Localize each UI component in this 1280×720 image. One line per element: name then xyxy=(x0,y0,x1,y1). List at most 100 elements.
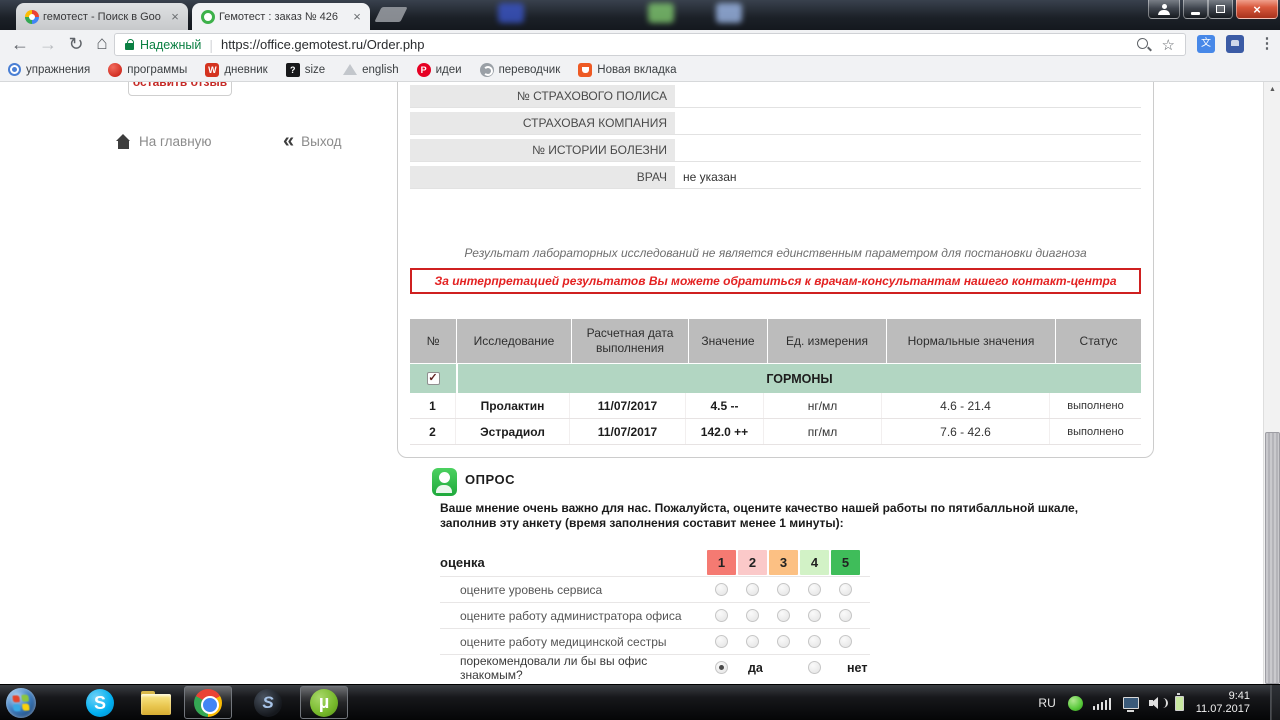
scale-2: 2 xyxy=(738,550,767,575)
taskbar-shareman[interactable]: S xyxy=(252,688,284,718)
form-row-doctor: ВРАЧ не указан xyxy=(410,166,1141,189)
survey-table: оценка 1 2 3 4 5 оцените уровень сервиса… xyxy=(440,549,870,680)
bookmark-perevodchik[interactable]: переводчик xyxy=(480,63,561,77)
extension-icon[interactable] xyxy=(1226,35,1244,53)
bookmark-uprazhneniya[interactable]: упражнения xyxy=(8,63,90,76)
question-icon: ? xyxy=(286,63,300,77)
test-date: 11/07/2017 xyxy=(570,419,686,444)
back-icon[interactable]: ← xyxy=(8,30,32,58)
radio-nurse-3[interactable] xyxy=(777,635,790,648)
reload-icon[interactable]: ↻ xyxy=(64,30,88,58)
page-viewport: оставить отзыв На главную « Выход № СТРА… xyxy=(0,82,1280,684)
browser-menu-icon[interactable]: ⋮ xyxy=(1257,30,1277,58)
maximize-button[interactable] xyxy=(1208,0,1233,19)
form-row-history-number: № ИСТОРИИ БОЛЕЗНИ xyxy=(410,139,1141,162)
tab-google-search[interactable]: гемотест - Поиск в Goo × xyxy=(16,3,188,30)
radio-service-2[interactable] xyxy=(746,583,759,596)
radio-admin-1[interactable] xyxy=(715,609,728,622)
test-range: 4.6 - 21.4 xyxy=(882,393,1050,418)
radio-nurse-5[interactable] xyxy=(839,635,852,648)
start-button[interactable] xyxy=(6,688,36,718)
leave-feedback-button[interactable]: оставить отзыв xyxy=(128,82,232,96)
pinterest-icon: P xyxy=(417,63,431,77)
forward-icon[interactable]: → xyxy=(36,30,60,58)
bookmark-dnevnik[interactable]: W дневник xyxy=(205,63,267,77)
taskbar-skype[interactable]: S xyxy=(84,688,116,718)
red-circle-icon xyxy=(108,63,122,77)
home-icon[interactable]: ⌂ xyxy=(90,30,114,58)
scroll-up-arrow[interactable]: ▲ xyxy=(1264,82,1280,98)
radio-nurse-4[interactable] xyxy=(808,635,821,648)
tab-close-icon[interactable]: × xyxy=(168,9,182,24)
test-value: 142.0 ++ xyxy=(686,419,764,444)
page-zoom-icon[interactable] xyxy=(1136,37,1152,53)
tab-title: гемотест - Поиск в Goo xyxy=(43,11,164,23)
tab-close-icon[interactable]: × xyxy=(350,9,364,24)
test-unit: нг/мл xyxy=(764,393,882,418)
scale-3: 3 xyxy=(769,550,798,575)
radio-service-5[interactable] xyxy=(839,583,852,596)
result-row-prolactin: 1 Пролактин 11/07/2017 4.5 -- нг/мл 4.6 … xyxy=(410,393,1141,419)
radio-admin-3[interactable] xyxy=(777,609,790,622)
security-label[interactable]: Надежный xyxy=(140,38,201,52)
url-divider: | xyxy=(209,37,213,53)
close-icon: × xyxy=(1253,1,1261,18)
display-icon[interactable] xyxy=(1123,697,1139,709)
page-scrollbar[interactable]: ▲ xyxy=(1263,82,1280,684)
clock[interactable]: 9:41 11.07.2017 xyxy=(1196,690,1250,716)
close-button[interactable]: × xyxy=(1236,0,1278,19)
results-table: № Исследование Расчетная дата выполнения… xyxy=(410,319,1141,445)
taskbar-chrome[interactable] xyxy=(192,688,224,718)
radio-admin-2[interactable] xyxy=(746,609,759,622)
bookmark-idei[interactable]: P идеи xyxy=(417,63,462,77)
radio-nurse-1[interactable] xyxy=(715,635,728,648)
desktop-shortcut-icon xyxy=(498,3,524,23)
bookmark-novaya-vkladka[interactable]: Новая вкладка xyxy=(578,63,676,77)
tray-utorrent-icon[interactable] xyxy=(1068,696,1083,711)
url-text[interactable]: https://office.gemotest.ru/Order.php xyxy=(221,37,1136,52)
translate-extension-icon[interactable] xyxy=(1197,35,1215,53)
show-desktop-button[interactable] xyxy=(1270,685,1280,720)
group-row-hormones: ✓ ГОРМОНЫ xyxy=(410,364,1141,393)
volume-icon[interactable] xyxy=(1149,696,1165,710)
scale-label: оценка xyxy=(440,555,707,570)
language-indicator[interactable]: RU xyxy=(1038,696,1055,710)
radio-service-1[interactable] xyxy=(715,583,728,596)
radio-recommend-no[interactable] xyxy=(808,661,821,674)
person-icon xyxy=(1158,4,1170,15)
insurance-company-value xyxy=(675,112,1141,134)
new-tab-button[interactable] xyxy=(374,7,407,22)
bookmark-programmy[interactable]: программы xyxy=(108,63,187,77)
survey-question-service: оцените уровень сервиса xyxy=(440,576,870,602)
taskbar-utorrent[interactable]: µ xyxy=(308,688,340,718)
survey-title: ОПРОС xyxy=(465,472,515,487)
home-link[interactable]: На главную xyxy=(115,134,212,149)
address-bar[interactable]: Надежный | https://office.gemotest.ru/Or… xyxy=(114,33,1186,56)
scrollbar-thumb[interactable] xyxy=(1265,432,1280,684)
bookmark-size[interactable]: ? size xyxy=(286,63,325,77)
radio-service-3[interactable] xyxy=(777,583,790,596)
radio-recommend-yes[interactable] xyxy=(715,661,728,674)
tab-title: Гемотест : заказ № 426 xyxy=(219,11,346,23)
radio-service-4[interactable] xyxy=(808,583,821,596)
survey-question-nurse: оцените работу медицинской сестры xyxy=(440,628,870,654)
form-row-insurance-number: № СТРАХОВОГО ПОЛИСА xyxy=(410,85,1141,108)
survey-question-administrator: оцените работу администратора офиса xyxy=(440,602,870,628)
utorrent-icon: µ xyxy=(310,689,338,717)
bookmark-english[interactable]: english xyxy=(343,64,398,76)
radio-admin-4[interactable] xyxy=(808,609,821,622)
radio-admin-5[interactable] xyxy=(839,609,852,622)
battery-icon[interactable] xyxy=(1175,696,1184,711)
tab-gemotest-order[interactable]: Гемотест : заказ № 426 × xyxy=(192,3,370,30)
profile-button[interactable] xyxy=(1148,0,1180,19)
logout-link[interactable]: « Выход xyxy=(283,134,342,149)
radio-nurse-2[interactable] xyxy=(746,635,759,648)
taskbar: S S µ RU 9:41 11.07.2017 xyxy=(0,684,1280,720)
taskbar-explorer[interactable] xyxy=(140,688,172,718)
group-checkbox[interactable]: ✓ xyxy=(427,372,440,385)
order-card: № СТРАХОВОГО ПОЛИСА СТРАХОВАЯ КОМПАНИЯ №… xyxy=(397,82,1154,458)
bookmark-star-icon[interactable]: ☆ xyxy=(1162,36,1175,54)
minimize-button[interactable] xyxy=(1183,0,1208,19)
network-signal-icon[interactable] xyxy=(1093,697,1113,710)
scale-4: 4 xyxy=(800,550,829,575)
